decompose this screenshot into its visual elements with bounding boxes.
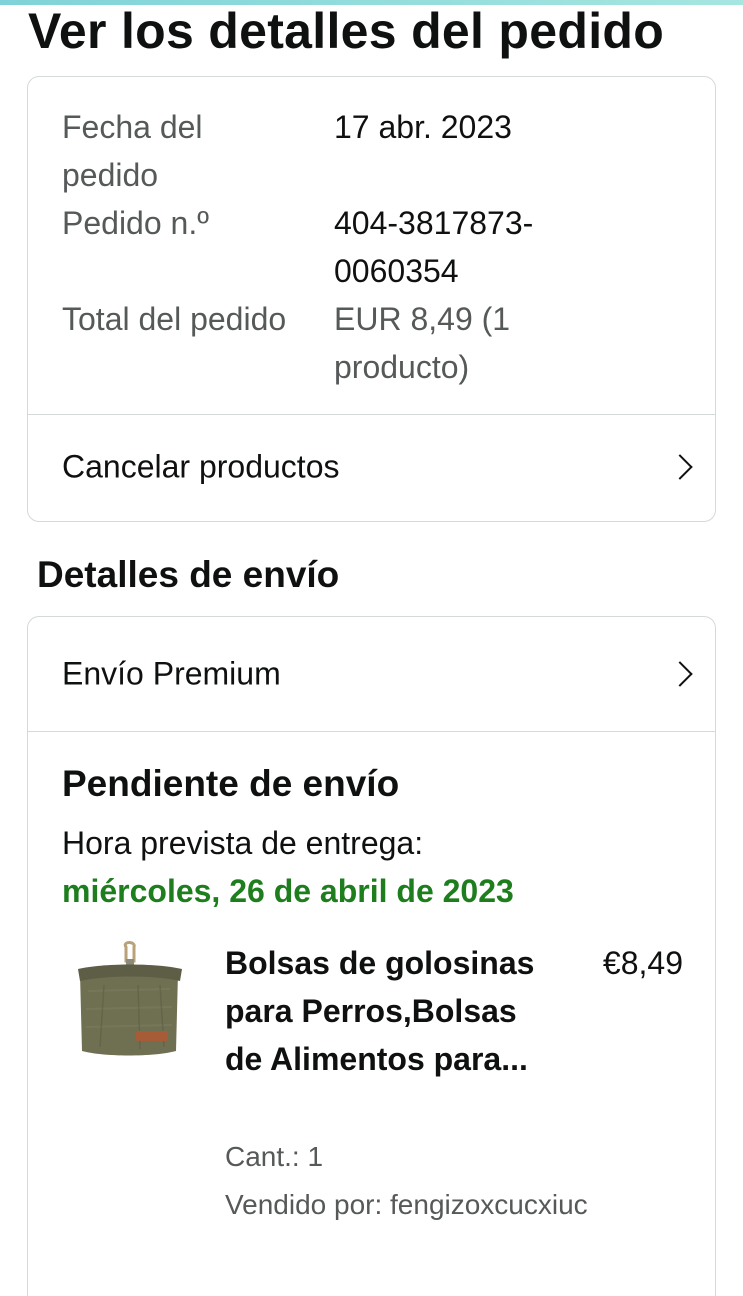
shipping-details-card: Envío Premium Pendiente de envío Hora pr…	[27, 616, 716, 1296]
order-date-value: 17 abr. 2023	[334, 109, 512, 145]
cancel-products-label: Cancelar productos	[62, 448, 340, 485]
shipping-method-label: Envío Premium	[62, 655, 281, 692]
order-date-label: Fecha del pedido	[62, 109, 203, 193]
order-number-value: 404-3817873-0060354	[334, 205, 534, 289]
product-title-link[interactable]: Bolsas de golosinas para Perros,Bolsas d…	[225, 939, 555, 1083]
order-total-label: Total del pedido	[62, 301, 287, 337]
shipment-status-title: Pendiente de envío	[62, 763, 400, 804]
delivery-eta-date: miércoles, 26 de abril de 2023	[62, 873, 514, 909]
order-total-row: Total del pedido EUR 8,49 (1 producto)	[62, 295, 702, 391]
shipping-section-title: Detalles de envío	[37, 554, 340, 595]
page-title: Ver los detalles del pedido	[28, 3, 665, 59]
chevron-right-icon	[667, 661, 693, 687]
shipping-divider	[28, 731, 715, 732]
cancel-products-button[interactable]: Cancelar productos	[28, 415, 715, 519]
shipping-method-button[interactable]: Envío Premium	[28, 617, 715, 731]
order-summary-card: Fecha del pedido 17 abr. 2023 Pedido n.º…	[27, 76, 716, 522]
order-number-row: Pedido n.º 404-3817873-0060354	[62, 199, 702, 295]
product-seller: Vendido por: fengizoxcucxiuc	[225, 1189, 588, 1220]
dog-treat-pouch-image[interactable]	[74, 939, 186, 1069]
product-quantity: Cant.: 1	[225, 1141, 324, 1172]
order-number-label: Pedido n.º	[62, 205, 209, 241]
chevron-right-icon	[667, 454, 693, 480]
order-total-value: EUR 8,49 (1 producto)	[334, 301, 511, 385]
order-date-row: Fecha del pedido 17 abr. 2023	[62, 103, 702, 199]
delivery-eta-label: Hora prevista de entrega:	[62, 825, 424, 861]
product-price: €8,49	[602, 945, 683, 981]
